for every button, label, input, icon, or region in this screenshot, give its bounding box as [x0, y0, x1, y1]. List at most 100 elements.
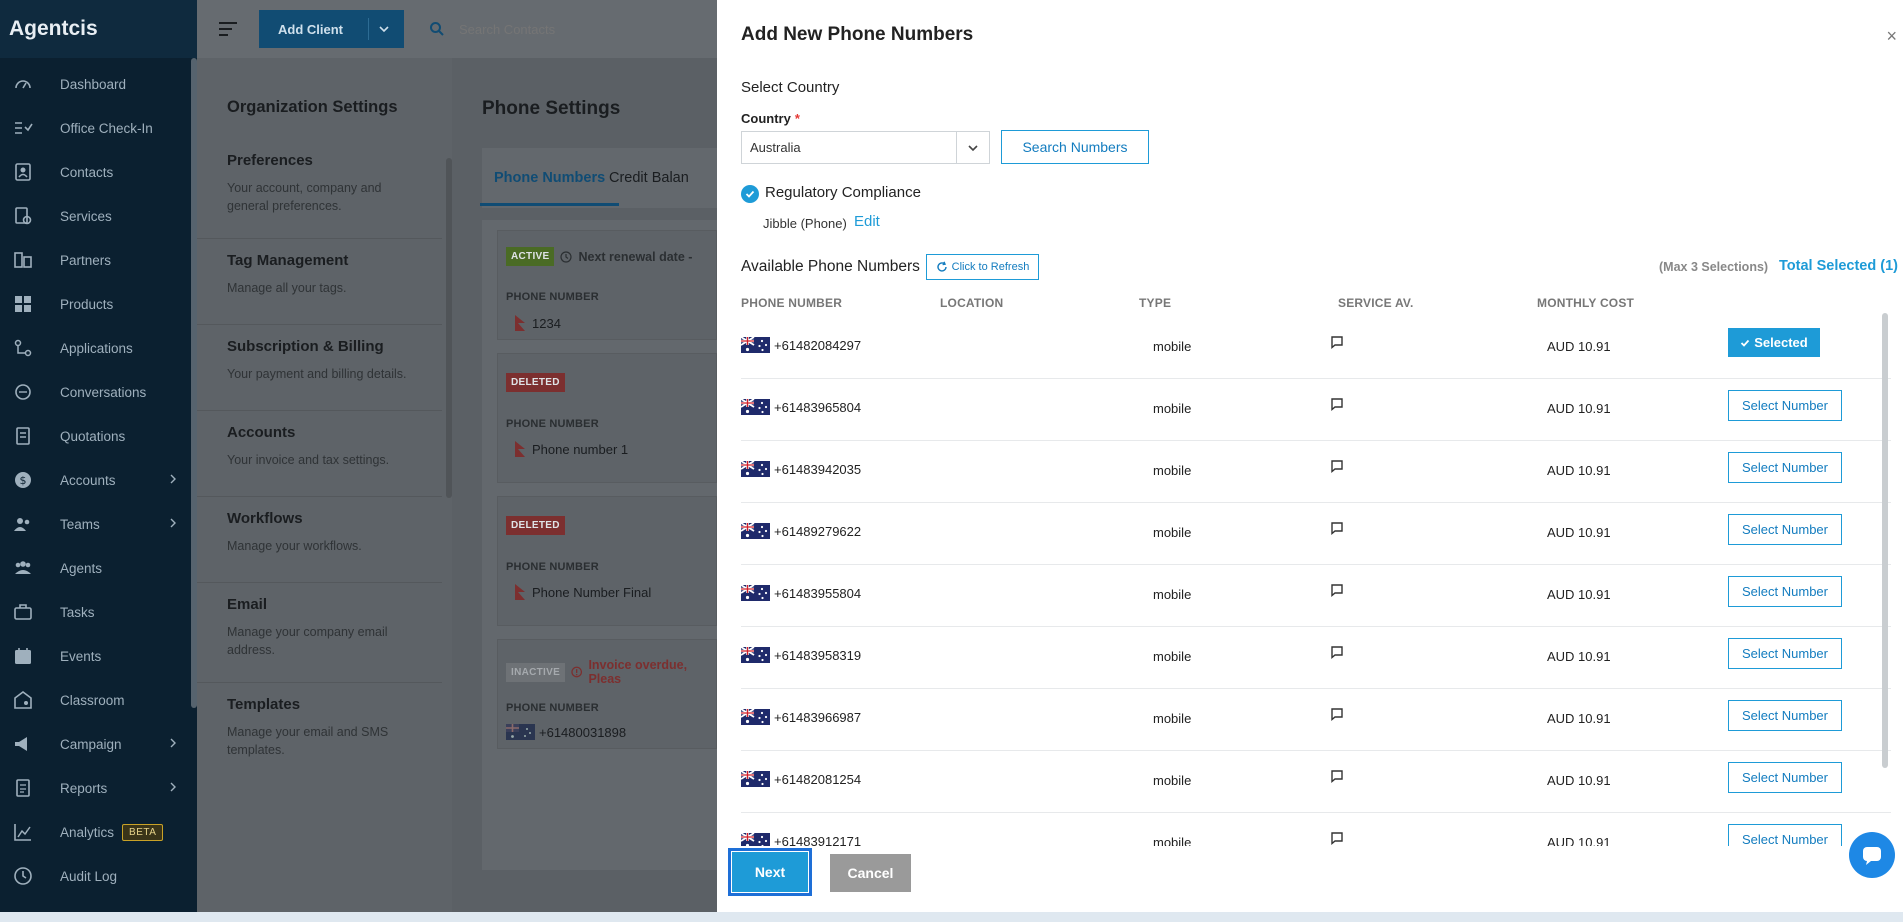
- products-icon: [12, 294, 34, 314]
- phone-number-cell: +61483966987: [741, 709, 861, 725]
- nepal-flag-icon: [515, 441, 525, 457]
- sidebar-item-reports[interactable]: Reports: [0, 766, 197, 810]
- select-number-button[interactable]: Select Number: [1728, 576, 1842, 607]
- phone-number-label: PHONE NUMBER: [506, 702, 599, 714]
- country-select[interactable]: Australia: [741, 131, 990, 164]
- phone-number-label: PHONE NUMBER: [506, 291, 599, 303]
- add-client-button[interactable]: Add Client: [259, 10, 404, 48]
- org-setting-workflows[interactable]: Workflows Manage your workflows.: [227, 510, 417, 555]
- phone-card[interactable]: DELETED PHONE NUMBER Phone Number Final: [497, 496, 717, 626]
- org-setting-heading: Workflows: [227, 510, 303, 527]
- edit-compliance-link[interactable]: Edit: [854, 213, 880, 230]
- select-number-button[interactable]: Select Number: [1728, 824, 1842, 847]
- select-number-button[interactable]: Select Number: [1728, 762, 1842, 793]
- status-badge: DELETED: [506, 373, 565, 392]
- chevron-right-icon[interactable]: [167, 473, 179, 485]
- select-number-button[interactable]: Select Number: [1728, 390, 1842, 421]
- cancel-button[interactable]: Cancel: [830, 854, 911, 892]
- brand-logo[interactable]: Agentcis: [0, 0, 197, 58]
- chevron-right-icon[interactable]: [167, 781, 179, 793]
- sidebar-item-audit-log[interactable]: Audit Log: [0, 854, 197, 898]
- sidebar-item-accounts[interactable]: $ Accounts: [0, 458, 197, 502]
- sms-icon: [1331, 336, 1343, 349]
- add-client-divider: [368, 18, 369, 40]
- chevron-down-icon[interactable]: [956, 132, 989, 163]
- search-contacts-input[interactable]: [459, 21, 689, 37]
- org-setting-preferences[interactable]: Preferences Your account, company and gen…: [227, 152, 417, 215]
- status-badge: DELETED: [506, 516, 565, 535]
- sidebar-item-tasks[interactable]: Tasks: [0, 590, 197, 634]
- phone-settings-tabs: Phone Numbers Credit Balan: [479, 148, 717, 208]
- org-setting-accounts[interactable]: Accounts Your invoice and tax settings.: [227, 424, 417, 469]
- sidebar-item-teams[interactable]: Teams: [0, 502, 197, 546]
- sidebar-item-applications[interactable]: Applications: [0, 326, 197, 370]
- col-service: SERVICE AV.: [1338, 296, 1414, 310]
- phone-number-text: +61480031898: [539, 724, 627, 740]
- renewal-note: Next renewal date -: [578, 249, 693, 264]
- org-setting-email[interactable]: Email Manage your company email address.: [227, 596, 417, 659]
- check-circle-icon[interactable]: [741, 185, 759, 203]
- sidebar-item-services[interactable]: Services: [0, 194, 197, 238]
- org-setting-heading: Templates: [227, 696, 301, 713]
- org-setting-heading: Accounts: [227, 424, 296, 441]
- phone-number-text: +61483955804: [774, 585, 862, 601]
- sidebar-item-classroom[interactable]: Classroom: [0, 678, 197, 722]
- clock-icon: [560, 250, 573, 263]
- top-bar: Add Client: [197, 0, 717, 58]
- chevron-down-icon[interactable]: [378, 23, 390, 35]
- services-icon: [12, 206, 34, 226]
- phone-number-text: +61483912171: [774, 833, 862, 848]
- organization-settings-panel: Organization Settings Preferences Your ac…: [197, 58, 452, 912]
- phone-card[interactable]: DELETED PHONE NUMBER Phone number 1: [497, 353, 717, 483]
- tab-phone-numbers[interactable]: Phone Numbers: [479, 170, 620, 206]
- table-scrollbar[interactable]: [1882, 313, 1888, 768]
- sidebar-item-contacts[interactable]: Contacts: [0, 150, 197, 194]
- window-bottom-strip: [0, 912, 1903, 922]
- check-icon: [1741, 339, 1750, 347]
- close-icon[interactable]: ×: [1886, 26, 1897, 47]
- org-setting-templates[interactable]: Templates Manage your email and SMS templ…: [227, 696, 417, 759]
- search-numbers-button[interactable]: Search Numbers: [1001, 130, 1149, 164]
- select-button-label: Selected: [1754, 335, 1808, 350]
- next-button[interactable]: Next: [728, 848, 812, 896]
- org-setting-desc: Manage your email and SMS templates.: [227, 725, 389, 757]
- chat-bubble-icon[interactable]: [1849, 832, 1895, 878]
- sidebar-item-analytics[interactable]: Analytics BETA: [0, 810, 197, 854]
- sidebar-item-agents[interactable]: Agents: [0, 546, 197, 590]
- chevron-right-icon[interactable]: [167, 737, 179, 749]
- phone-card[interactable]: ACTIVE Next renewal date - PHONE NUMBER …: [497, 230, 717, 340]
- sidebar-item-products[interactable]: Products: [0, 282, 197, 326]
- select-number-button[interactable]: Select Number: [1728, 452, 1842, 483]
- org-setting-subscription-billing[interactable]: Subscription & Billing Your payment and b…: [227, 338, 417, 383]
- menu-icon[interactable]: [219, 22, 237, 36]
- sidebar-item-events[interactable]: Events: [0, 634, 197, 678]
- phone-number-cell: +61483958319: [741, 647, 861, 663]
- sidebar-item-quotations[interactable]: Quotations: [0, 414, 197, 458]
- sidebar-item-label: Conversations: [60, 384, 147, 400]
- chevron-right-icon[interactable]: [167, 517, 179, 529]
- sidebar-item-conversations[interactable]: Conversations: [0, 370, 197, 414]
- tab-credit-balance[interactable]: Credit Balan: [609, 170, 689, 186]
- teams-icon: [12, 514, 34, 534]
- reports-icon: [12, 778, 34, 798]
- australia-flag-icon: [741, 709, 770, 725]
- sidebar-item-office-check-in[interactable]: Office Check-In: [0, 106, 197, 150]
- select-button-label: Select Number: [1742, 522, 1828, 537]
- add-client-label: Add Client: [278, 21, 343, 37]
- phone-number-label: PHONE NUMBER: [506, 561, 599, 573]
- sidebar-item-partners[interactable]: Partners: [0, 238, 197, 282]
- org-setting-tag-management[interactable]: Tag Management Manage all your tags.: [227, 252, 417, 297]
- select-number-button[interactable]: Select Number: [1728, 638, 1842, 669]
- dashboard-icon: [12, 74, 34, 94]
- status-badge: INACTIVE: [506, 662, 566, 682]
- select-number-button[interactable]: Select Number: [1728, 700, 1842, 731]
- sidebar-item-campaign[interactable]: Campaign: [0, 722, 197, 766]
- selected-number-button[interactable]: Selected: [1728, 328, 1820, 357]
- select-number-button[interactable]: Select Number: [1728, 514, 1842, 545]
- type-cell: mobile: [1153, 711, 1192, 726]
- nepal-flag-icon: [515, 584, 525, 600]
- sidebar-item-dashboard[interactable]: Dashboard: [0, 62, 197, 106]
- org-setting-desc: Manage your workflows.: [227, 539, 362, 553]
- phone-card[interactable]: INACTIVE Invoice overdue, Pleas PHONE NU…: [497, 639, 717, 749]
- refresh-button[interactable]: Click to Refresh: [926, 254, 1039, 280]
